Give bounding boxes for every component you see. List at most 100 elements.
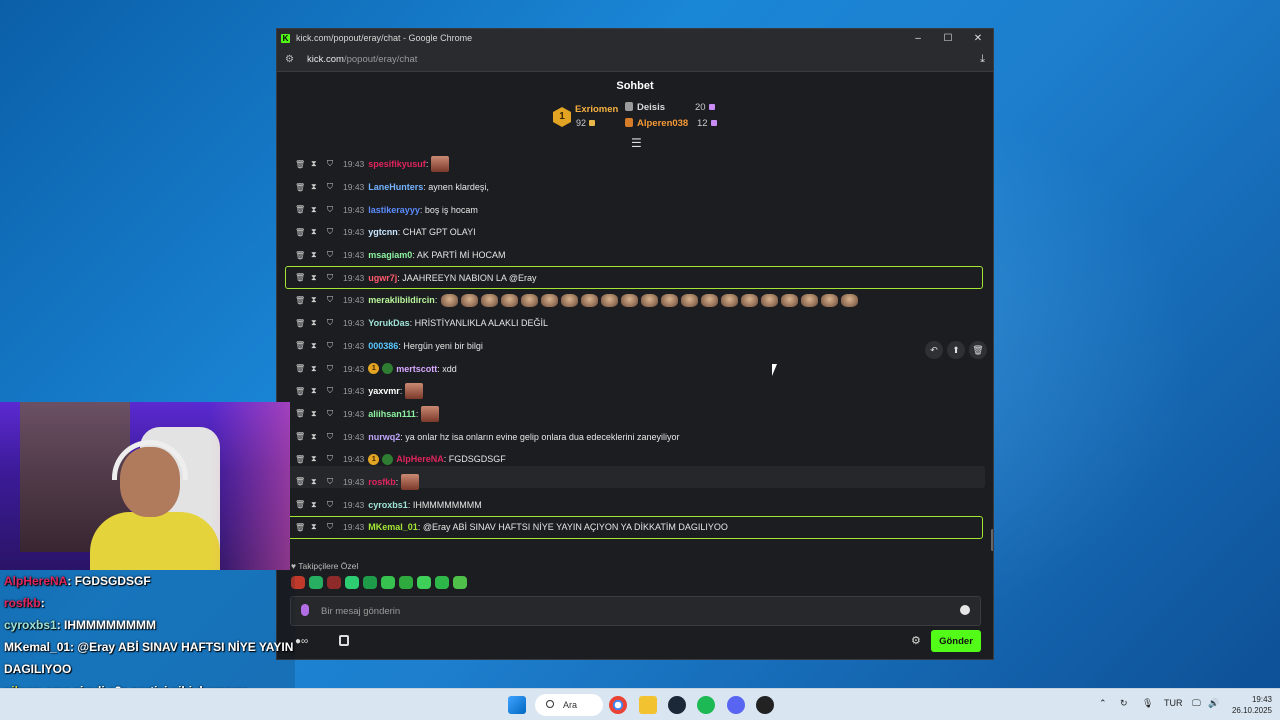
emoji-picker-icon[interactable]: [960, 605, 970, 615]
emote-button[interactable]: [399, 576, 413, 589]
delete-message-icon[interactable]: 🗑: [295, 273, 311, 282]
chat-message-row[interactable]: 🗑 ⧗ ⛉ 19:43 cyroxbs1: IHMMMMMMMM: [277, 493, 993, 516]
delete-message-icon[interactable]: 🗑: [295, 319, 311, 328]
ban-icon[interactable]: ⛉: [327, 477, 343, 487]
emote-button[interactable]: [345, 576, 359, 589]
send-button[interactable]: Gönder: [931, 630, 981, 652]
emote-button[interactable]: [309, 576, 323, 589]
chat-message-row[interactable]: 🗑 ⧗ ⛉ 19:43 nurwq2: ya onlar hz isa onların …: [277, 425, 993, 448]
pin-icon[interactable]: ⬆: [947, 341, 965, 359]
ban-icon[interactable]: ⛉: [327, 182, 343, 192]
network-icon[interactable]: 🖵: [1192, 698, 1201, 709]
timeout-icon[interactable]: ⧗: [311, 522, 327, 532]
leader-second[interactable]: Deisis: [625, 102, 665, 113]
emote-button[interactable]: [435, 576, 449, 589]
emote-button[interactable]: [453, 576, 467, 589]
chat-scrollbar[interactable]: [991, 529, 993, 551]
chat-message-row[interactable]: 🗑 ⧗ ⛉ 19:43 rosfkb:: [277, 471, 993, 494]
chat-message-row[interactable]: 🗑 ⧗ ⛉ 19:43 1 mertscott: xdd: [277, 357, 993, 380]
timeout-icon[interactable]: ⧗: [311, 500, 327, 510]
microphone-icon[interactable]: [301, 604, 309, 616]
ban-icon[interactable]: ⛉: [327, 250, 343, 260]
timeout-icon[interactable]: ⧗: [311, 182, 327, 192]
ban-icon[interactable]: ⛉: [327, 159, 343, 169]
emote-button[interactable]: [363, 576, 377, 589]
chrome-icon[interactable]: [609, 696, 627, 714]
emote-button[interactable]: [417, 576, 431, 589]
chat-message-row[interactable]: 🗑 ⧗ ⛉ 19:43 yaxvmr:: [277, 380, 993, 403]
ban-icon[interactable]: ⛉: [327, 454, 343, 464]
delete-message-icon[interactable]: 🗑: [295, 500, 311, 509]
message-username[interactable]: 000386: [368, 341, 398, 351]
message-username[interactable]: MKemal_01: [368, 522, 418, 532]
message-username[interactable]: mertscott: [396, 364, 437, 374]
timeout-icon[interactable]: ⧗: [311, 409, 327, 419]
delete-message-icon[interactable]: 🗑: [295, 183, 311, 192]
maximize-button[interactable]: ☐: [933, 33, 963, 44]
app-icon[interactable]: [756, 696, 774, 714]
delete-message-icon[interactable]: 🗑: [295, 205, 311, 214]
tray-expand-icon[interactable]: ⌃: [1099, 698, 1107, 709]
chat-message-row[interactable]: 🗑 ⧗ ⛉ 19:43 msagiam0: AK PARTİ Mİ HOCAM: [277, 244, 993, 267]
delete-message-icon[interactable]: 🗑: [295, 364, 311, 373]
leader-first[interactable]: 1 Exriomen 92: [553, 100, 623, 134]
chat-message-row[interactable]: 🗑 ⧗ ⛉ 19:43 MKemal_01: @Eray ABİ SINAV HAFTS…: [285, 516, 983, 539]
chat-message-row[interactable]: 🗑 ⧗ ⛉ 19:43 000386: Hergün yeni bir bilgi: [277, 335, 993, 358]
delete-message-icon[interactable]: 🗑: [295, 477, 311, 486]
chat-message-row[interactable]: 🗑 ⧗ ⛉ 19:43 spesifikyusuf:: [277, 153, 993, 176]
chat-message-row[interactable]: 🗑 ⧗ ⛉ 19:43 aliihsan111:: [277, 403, 993, 426]
ban-icon[interactable]: ⛉: [327, 522, 343, 532]
chat-message-row[interactable]: 🗑 ⧗ ⛉ 19:43 YorukDas: HRİSTİYANLIKLA ALAKLI …: [277, 312, 993, 335]
message-username[interactable]: meraklibildircin: [368, 295, 435, 305]
timeout-icon[interactable]: ⧗: [311, 454, 327, 464]
chat-message-row[interactable]: 🗑 ⧗ ⛉ 19:43 ugwr7j: JAAHREEYN NABION LA @Era…: [285, 266, 983, 290]
ban-icon[interactable]: ⛉: [327, 227, 343, 237]
emote-button[interactable]: [381, 576, 395, 589]
message-username[interactable]: ygtcnn: [368, 227, 398, 237]
download-icon[interactable]: ⤓: [980, 53, 985, 66]
ban-icon[interactable]: ⛉: [327, 364, 343, 374]
timeout-icon[interactable]: ⧗: [311, 432, 327, 442]
ban-icon[interactable]: ⛉: [327, 295, 343, 305]
message-username[interactable]: nurwq2: [368, 432, 400, 442]
message-username[interactable]: YorukDas: [368, 318, 409, 328]
leader-third[interactable]: Alperen038: [625, 118, 688, 129]
language-indicator[interactable]: TUR: [1164, 698, 1183, 708]
sync-icon[interactable]: ↻: [1120, 698, 1128, 709]
chat-message-row[interactable]: 🗑 ⧗ ⛉ 19:43 lastikerayyy: boş iş hocam: [277, 198, 993, 221]
microphone-tray-icon[interactable]: 🎙: [1142, 698, 1153, 709]
store-icon[interactable]: [339, 635, 349, 646]
kicks-infinity-icon[interactable]: ●∞: [295, 636, 308, 647]
ban-icon[interactable]: ⛉: [327, 341, 343, 351]
timeout-icon[interactable]: ⧗: [311, 295, 327, 305]
delete-message-icon[interactable]: 🗑: [295, 523, 311, 532]
chat-message-row[interactable]: 🗑 ⧗ ⛉ 19:43 ygtcnn: CHAT GPT OLAYI: [277, 221, 993, 244]
timeout-icon[interactable]: ⧗: [311, 250, 327, 260]
timeout-icon[interactable]: ⧗: [311, 318, 327, 328]
delete-message-icon[interactable]: 🗑: [295, 341, 311, 350]
ban-icon[interactable]: ⛉: [327, 500, 343, 510]
undo-icon[interactable]: ↶: [925, 341, 943, 359]
timeout-icon[interactable]: ⧗: [311, 341, 327, 351]
address-bar[interactable]: ⚙ kick.com /popout/eray/chat ⤓: [277, 47, 993, 72]
ban-icon[interactable]: ⛉: [327, 318, 343, 328]
chat-message-row[interactable]: 🗑 ⧗ ⛉ 19:43 1 AlpHereNA: FGDSGDSGF: [277, 448, 993, 471]
message-username[interactable]: ugwr7j: [368, 273, 397, 283]
timeout-icon[interactable]: ⧗: [311, 159, 327, 169]
timeout-icon[interactable]: ⧗: [311, 205, 327, 215]
delete-message-icon[interactable]: 🗑: [295, 455, 311, 464]
steam-icon[interactable]: [668, 696, 686, 714]
volume-icon[interactable]: 🔊: [1208, 698, 1219, 709]
delete-message-icon[interactable]: 🗑: [295, 409, 311, 418]
chat-settings-icon[interactable]: ⚙: [911, 634, 921, 647]
emote-button[interactable]: [327, 576, 341, 589]
delete-message-icon[interactable]: 🗑: [295, 432, 311, 441]
spotify-icon[interactable]: [697, 696, 715, 714]
timeout-icon[interactable]: ⧗: [311, 273, 327, 283]
leaderboard-expand-icon[interactable]: ☰: [631, 136, 642, 150]
message-username[interactable]: AlpHereNA: [396, 454, 444, 464]
message-username[interactable]: cyroxbs1: [368, 500, 408, 510]
site-settings-icon[interactable]: ⚙: [285, 54, 297, 65]
timeout-icon[interactable]: ⧗: [311, 227, 327, 237]
message-username[interactable]: lastikerayyy: [368, 205, 420, 215]
